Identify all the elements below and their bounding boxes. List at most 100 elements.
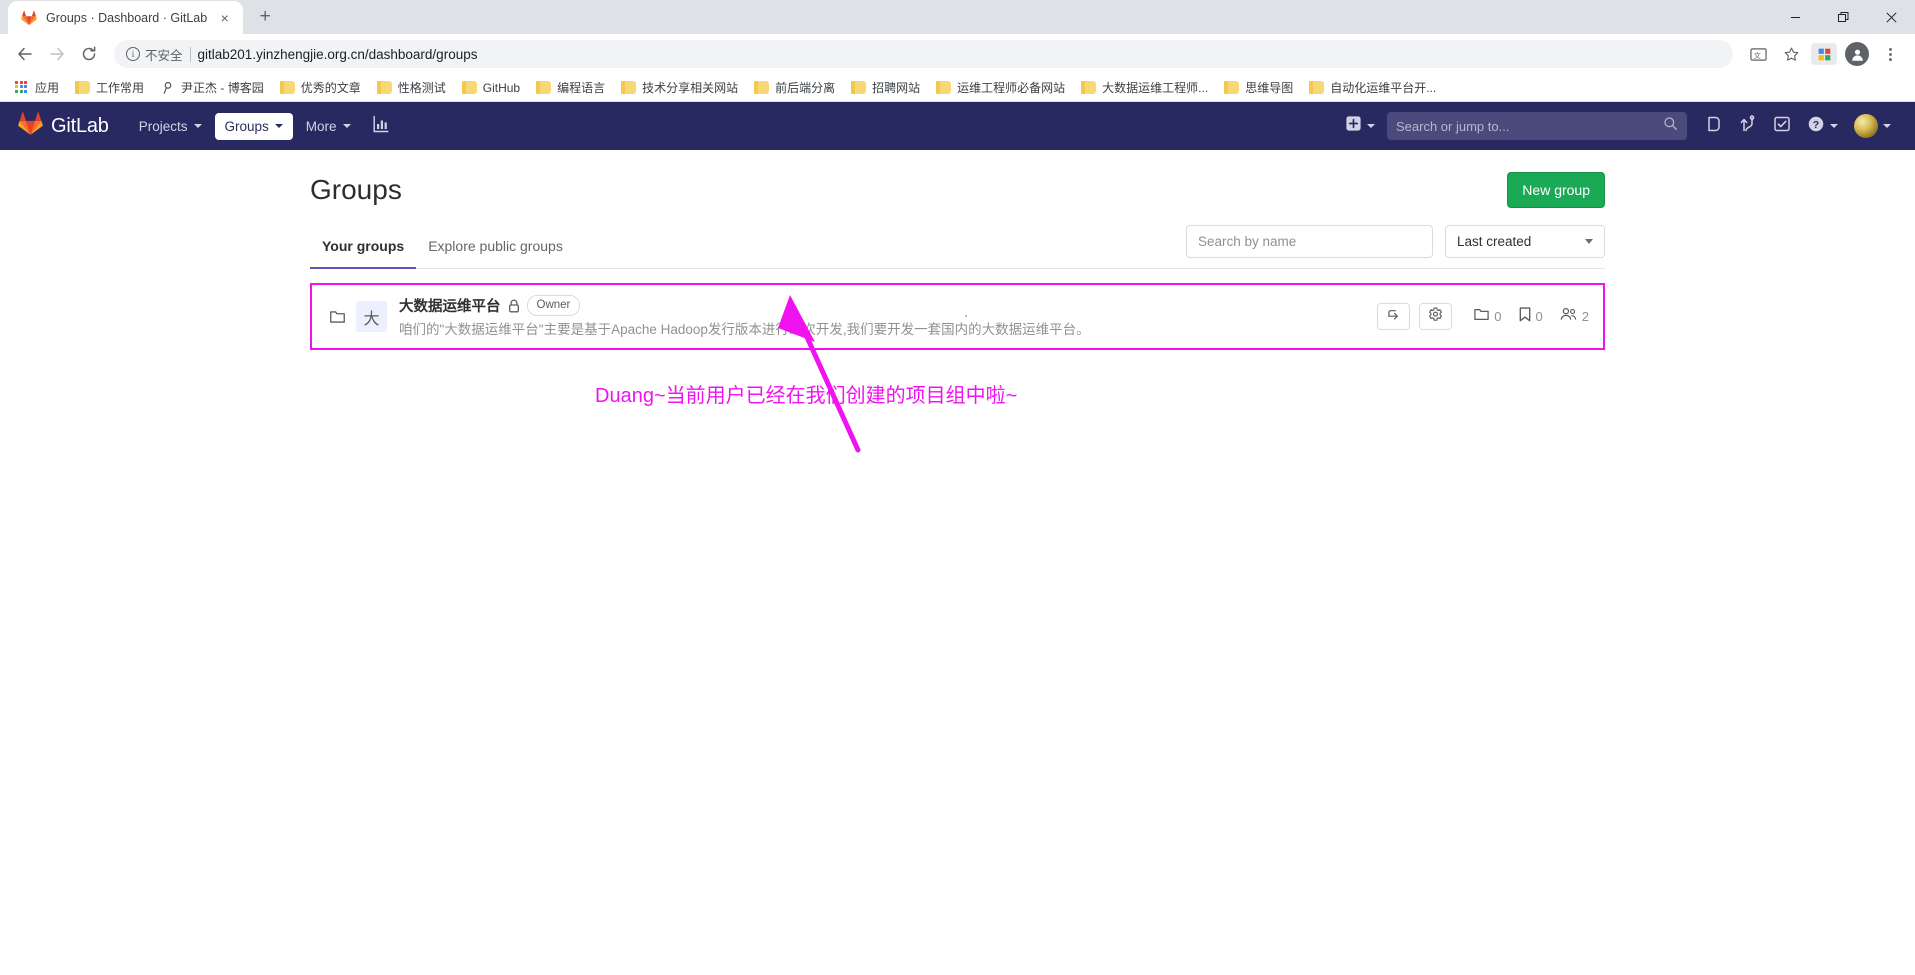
folder-icon bbox=[1081, 81, 1097, 94]
bookmark-item[interactable]: 运维工程师必备网站 bbox=[929, 76, 1072, 99]
users-icon bbox=[1560, 307, 1577, 326]
issues-button[interactable] bbox=[1697, 109, 1731, 144]
browser-tab[interactable]: Groups · Dashboard · GitLab × bbox=[8, 1, 244, 34]
bookmark-item[interactable]: 技术分享相关网站 bbox=[614, 76, 745, 99]
bookmark-item[interactable]: 思维导图 bbox=[1217, 76, 1300, 99]
bookmark-label: 招聘网站 bbox=[872, 81, 921, 95]
gitlab-fox-icon bbox=[21, 10, 37, 26]
groups-list: 大 大数据运维平台 Owner 咱们的"大数据运维平台"主要是基于Apache … bbox=[310, 283, 1605, 351]
bookmark-item-apps[interactable]: 应用 bbox=[8, 76, 66, 99]
bookmark-item[interactable]: GitHub bbox=[455, 78, 527, 98]
leave-group-button[interactable] bbox=[1377, 303, 1411, 331]
avatar bbox=[1845, 42, 1869, 66]
group-stats: 0 0 2 bbox=[1474, 307, 1589, 327]
apps-grid-icon bbox=[15, 80, 29, 95]
annotation-text: Duang~当前用户已经在我们创建的项目组中啦~ bbox=[595, 385, 1018, 407]
gear-icon bbox=[1428, 307, 1443, 327]
new-group-button[interactable]: New group bbox=[1507, 172, 1605, 209]
chart-bar-icon bbox=[372, 115, 390, 138]
address-bar[interactable]: i 不安全 gitlab201.yinzhengjie.org.cn/dashb… bbox=[114, 40, 1733, 68]
analytics-button[interactable] bbox=[364, 109, 398, 144]
site-icon bbox=[160, 81, 175, 95]
bookmark-item[interactable]: 编程语言 bbox=[529, 76, 612, 99]
search-by-name-input[interactable] bbox=[1186, 225, 1433, 259]
star-icon[interactable] bbox=[1776, 39, 1806, 69]
nav-groups[interactable]: Groups bbox=[214, 112, 293, 140]
chevron-down-icon bbox=[274, 124, 283, 128]
merge-requests-button[interactable] bbox=[1731, 109, 1765, 144]
user-menu-button[interactable] bbox=[1846, 108, 1899, 144]
bookmark-item[interactable]: 大数据运维工程师... bbox=[1074, 76, 1215, 99]
todos-icon bbox=[1773, 115, 1791, 138]
translate-icon[interactable]: 文 bbox=[1743, 39, 1773, 69]
nav-groups-label: Groups bbox=[224, 118, 269, 134]
back-arrow-icon[interactable] bbox=[10, 39, 40, 69]
minimize-icon[interactable] bbox=[1771, 0, 1819, 34]
reload-icon[interactable] bbox=[74, 39, 104, 69]
bookmark-label: 自动化运维平台开... bbox=[1330, 81, 1437, 95]
chevron-down-icon bbox=[1883, 124, 1891, 128]
bookmark-label: 前后端分离 bbox=[775, 81, 836, 95]
extension-pill bbox=[1811, 43, 1837, 65]
group-title-line: 大数据运维平台 Owner bbox=[399, 295, 1377, 317]
bookmark-label: 编程语言 bbox=[557, 81, 606, 95]
site-security-indicator[interactable]: i 不安全 bbox=[126, 45, 183, 64]
group-row[interactable]: 大 大数据运维平台 Owner 咱们的"大数据运维平台"主要是基于Apache … bbox=[310, 283, 1605, 351]
tab-explore-public-groups[interactable]: Explore public groups bbox=[416, 228, 575, 269]
nav-projects[interactable]: Projects bbox=[129, 113, 212, 140]
help-button[interactable]: ? bbox=[1799, 109, 1846, 144]
members-count-value: 2 bbox=[1581, 309, 1589, 325]
chevron-down-icon bbox=[1830, 124, 1838, 128]
leave-arrow-icon bbox=[1387, 307, 1401, 326]
bookmark-label: 大数据运维工程师... bbox=[1102, 81, 1209, 95]
profile-avatar-icon[interactable] bbox=[1842, 39, 1872, 69]
bookmark-item[interactable]: 自动化运维平台开... bbox=[1302, 76, 1443, 99]
create-new-button[interactable] bbox=[1337, 109, 1383, 143]
nav-more[interactable]: More bbox=[296, 113, 361, 140]
group-name-link[interactable]: 大数据运维平台 bbox=[399, 295, 501, 316]
subgroups-count: 0 bbox=[1474, 308, 1502, 326]
bookmark-item[interactable]: 尹正杰 - 博客园 bbox=[153, 76, 271, 99]
search-input[interactable]: Search or jump to... bbox=[1387, 112, 1687, 140]
gitlab-home-link[interactable]: GitLab bbox=[12, 111, 115, 141]
bookmark-item[interactable]: 前后端分离 bbox=[747, 76, 842, 99]
bookmark-item[interactable]: 性格测试 bbox=[370, 76, 453, 99]
chevron-down-icon bbox=[1585, 239, 1593, 245]
bookmark-item[interactable]: 优秀的文章 bbox=[273, 76, 368, 99]
bookmark-label: 尹正杰 - 博客园 bbox=[181, 81, 264, 95]
maximize-icon[interactable] bbox=[1819, 0, 1867, 34]
issues-icon bbox=[1705, 115, 1723, 138]
window-controls bbox=[1771, 0, 1915, 34]
close-icon[interactable]: × bbox=[216, 9, 233, 26]
gitlab-navbar: GitLab Projects Groups More Search or ju… bbox=[0, 102, 1915, 150]
sort-dropdown[interactable]: Last created bbox=[1445, 225, 1605, 259]
url-text: gitlab201.yinzhengjie.org.cn/dashboard/g… bbox=[197, 46, 478, 62]
omnibox-divider bbox=[189, 46, 191, 62]
chevron-down-icon bbox=[1367, 124, 1375, 128]
lock-icon bbox=[508, 299, 520, 313]
forward-arrow-icon[interactable] bbox=[42, 39, 72, 69]
new-tab-button[interactable]: + bbox=[251, 3, 279, 31]
tab-your-groups[interactable]: Your groups bbox=[310, 228, 417, 270]
merge-requests-icon bbox=[1739, 114, 1757, 138]
folder-icon bbox=[1474, 308, 1490, 326]
three-dot-menu-icon[interactable] bbox=[1875, 39, 1905, 69]
folder-icon bbox=[1309, 81, 1325, 94]
extension-icon[interactable] bbox=[1809, 39, 1839, 69]
todos-button[interactable] bbox=[1765, 109, 1799, 144]
bookmark-item[interactable]: 工作常用 bbox=[68, 76, 151, 99]
close-icon[interactable] bbox=[1867, 0, 1915, 34]
avatar bbox=[1854, 114, 1878, 138]
chevron-down-icon bbox=[193, 124, 202, 128]
group-actions bbox=[1377, 303, 1453, 331]
group-description: 咱们的"大数据运维平台"主要是基于Apache Hadoop发行版本进行二次开发… bbox=[399, 322, 1090, 338]
bookmark-item[interactable]: 招聘网站 bbox=[844, 76, 927, 99]
gitlab-logo-icon bbox=[18, 111, 43, 141]
folder-icon bbox=[324, 310, 350, 324]
group-settings-button[interactable] bbox=[1419, 303, 1453, 331]
nav-projects-label: Projects bbox=[138, 118, 188, 134]
folder-icon bbox=[851, 81, 867, 94]
stray-dot bbox=[965, 315, 967, 317]
bookmark-label: 运维工程师必备网站 bbox=[957, 81, 1066, 95]
svg-text:文: 文 bbox=[1753, 50, 1760, 59]
